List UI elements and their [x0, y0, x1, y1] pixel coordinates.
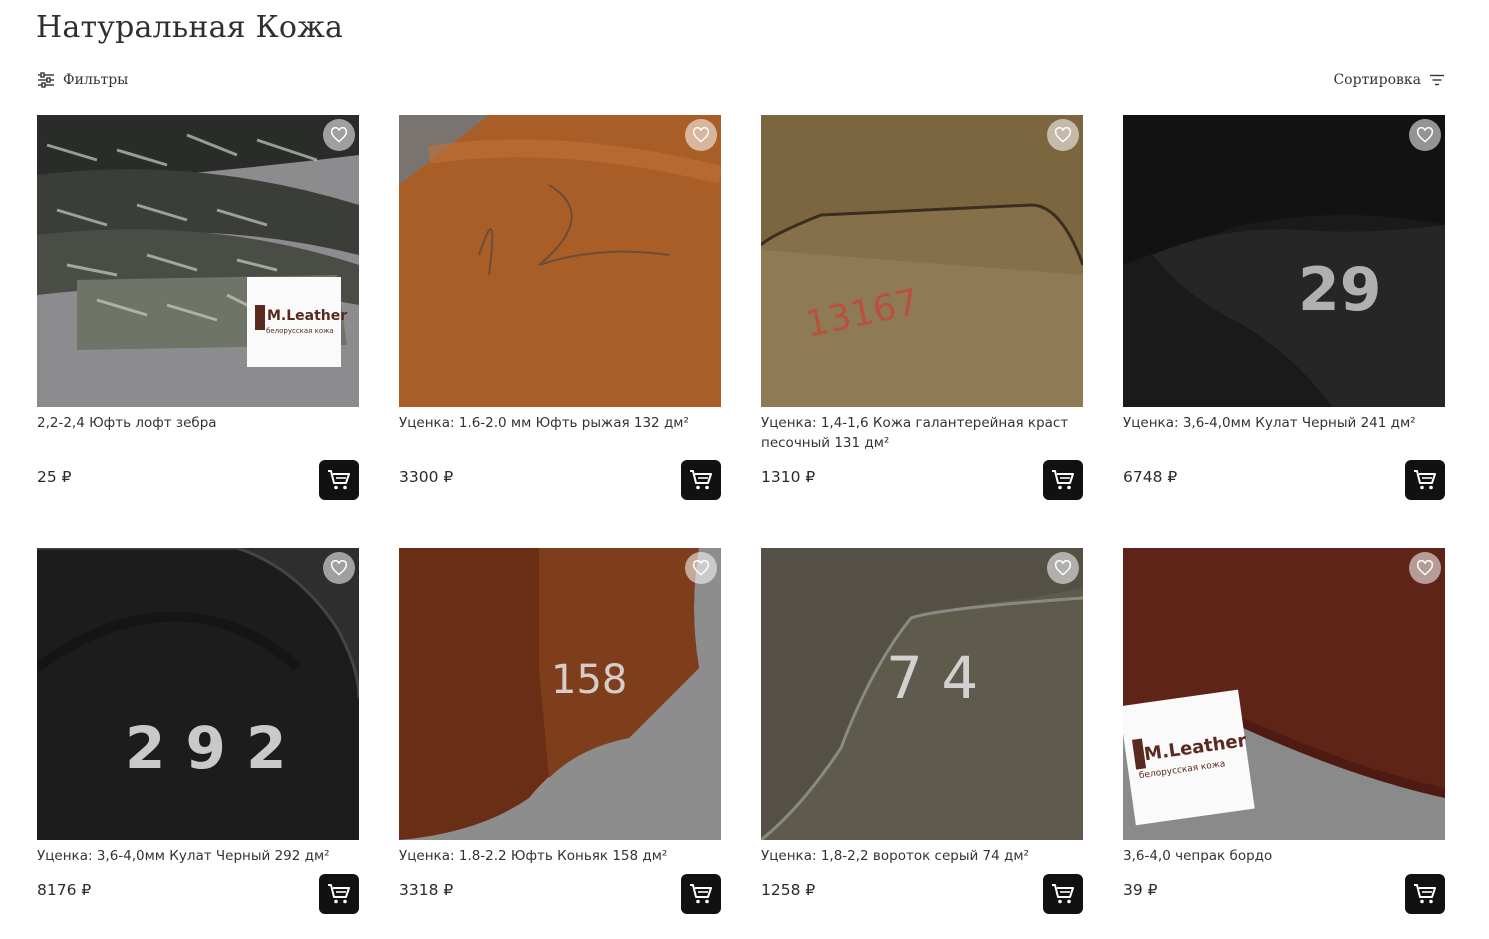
heart-icon	[692, 560, 710, 576]
product-image[interactable]: 7 4	[761, 548, 1083, 840]
add-to-cart-button[interactable]	[1405, 874, 1445, 914]
favorite-button[interactable]	[323, 119, 355, 151]
product-price: 39 ₽	[1123, 881, 1158, 899]
cart-icon	[1414, 884, 1436, 904]
product-card[interactable]: 158 Уценка: 1.8-2.2 Юфть Коньяк 158 дм² …	[399, 548, 721, 914]
cart-icon	[1052, 884, 1074, 904]
sort-label: Сортировка	[1333, 72, 1421, 88]
product-image[interactable]: 29	[1123, 115, 1445, 407]
product-name[interactable]: Уценка: 1.8-2.2 Юфть Коньяк 158 дм²	[399, 846, 721, 866]
product-price: 3318 ₽	[399, 881, 454, 899]
page-title: Натуральная Кожа	[36, 10, 344, 45]
heart-icon	[692, 127, 710, 143]
product-card[interactable]: 29 Уценка: 3,6-4,0мм Кулат Черный 241 дм…	[1123, 115, 1445, 500]
product-price: 6748 ₽	[1123, 468, 1178, 486]
product-image[interactable]: M.Leather белорусская кожа	[1123, 548, 1445, 840]
add-to-cart-button[interactable]	[1405, 460, 1445, 500]
favorite-button[interactable]	[1047, 119, 1079, 151]
cart-icon	[1414, 470, 1436, 490]
heart-icon	[330, 560, 348, 576]
product-image[interactable]: M.Leather белорусская кожа	[37, 115, 359, 407]
product-price: 3300 ₽	[399, 468, 454, 486]
cart-icon	[690, 884, 712, 904]
sliders-icon	[38, 72, 54, 88]
heart-icon	[1054, 560, 1072, 576]
cart-icon	[690, 470, 712, 490]
add-to-cart-button[interactable]	[1043, 874, 1083, 914]
favorite-button[interactable]	[323, 552, 355, 584]
brand-card-text: M.Leather	[267, 308, 347, 324]
favorite-button[interactable]	[1047, 552, 1079, 584]
add-to-cart-button[interactable]	[319, 460, 359, 500]
heart-icon	[1416, 127, 1434, 143]
product-card[interactable]: 13167 Уценка: 1,4-1,6 Кожа галантерейная…	[761, 115, 1083, 500]
add-to-cart-button[interactable]	[1043, 460, 1083, 500]
product-name[interactable]: Уценка: 1,4-1,6 Кожа галантерейная краст…	[761, 413, 1083, 453]
heart-icon	[1054, 127, 1072, 143]
sort-button[interactable]: Сортировка	[1333, 72, 1445, 88]
product-price: 1258 ₽	[761, 881, 816, 899]
product-marking: 2 9 2	[125, 714, 286, 782]
favorite-button[interactable]	[1409, 119, 1441, 151]
toolbar: Фильтры Сортировка	[37, 72, 1445, 96]
product-name[interactable]: Уценка: 3,6-4,0мм Кулат Черный 241 дм²	[1123, 413, 1445, 433]
product-image[interactable]	[399, 115, 721, 407]
product-name[interactable]: 3,6-4,0 чепрак бордо	[1123, 846, 1445, 866]
product-marking: 29	[1298, 255, 1382, 325]
product-image[interactable]: 13167	[761, 115, 1083, 407]
filters-button[interactable]: Фильтры	[37, 72, 128, 88]
product-name[interactable]: 2,2-2,4 Юфть лофт зебра	[37, 413, 359, 433]
cart-icon	[1052, 470, 1074, 490]
product-card[interactable]: 7 4 Уценка: 1,8-2,2 вороток серый 74 дм²…	[761, 548, 1083, 914]
sort-lines-icon	[1430, 74, 1444, 86]
product-image[interactable]: 158	[399, 548, 721, 840]
product-card[interactable]: 2 9 2 Уценка: 3,6-4,0мм Кулат Черный 292…	[37, 548, 359, 914]
add-to-cart-button[interactable]	[319, 874, 359, 914]
product-image[interactable]: 2 9 2	[37, 548, 359, 840]
product-marking: 158	[551, 657, 627, 703]
favorite-button[interactable]	[1409, 552, 1441, 584]
product-name[interactable]: Уценка: 1.6-2.0 мм Юфть рыжая 132 дм²	[399, 413, 721, 433]
favorite-button[interactable]	[685, 119, 717, 151]
filters-label: Фильтры	[63, 72, 129, 88]
product-price: 1310 ₽	[761, 468, 816, 486]
product-card[interactable]: Уценка: 1.6-2.0 мм Юфть рыжая 132 дм² 33…	[399, 115, 721, 500]
product-marking: 7 4	[886, 644, 978, 712]
cart-icon	[328, 470, 350, 490]
product-card[interactable]: M.Leather белорусская кожа 2,2-2,4 Юфть …	[37, 115, 359, 500]
heart-icon	[330, 127, 348, 143]
product-price: 25 ₽	[37, 468, 72, 486]
brand-card-sub: белорусская кожа	[266, 327, 334, 335]
product-card[interactable]: M.Leather белорусская кожа 3,6-4,0 чепра…	[1123, 548, 1445, 914]
product-name[interactable]: Уценка: 3,6-4,0мм Кулат Черный 292 дм²	[37, 846, 359, 866]
add-to-cart-button[interactable]	[681, 460, 721, 500]
heart-icon	[1416, 560, 1434, 576]
favorite-button[interactable]	[685, 552, 717, 584]
cart-icon	[328, 884, 350, 904]
product-name[interactable]: Уценка: 1,8-2,2 вороток серый 74 дм²	[761, 846, 1083, 866]
product-price: 8176 ₽	[37, 881, 92, 899]
add-to-cart-button[interactable]	[681, 874, 721, 914]
